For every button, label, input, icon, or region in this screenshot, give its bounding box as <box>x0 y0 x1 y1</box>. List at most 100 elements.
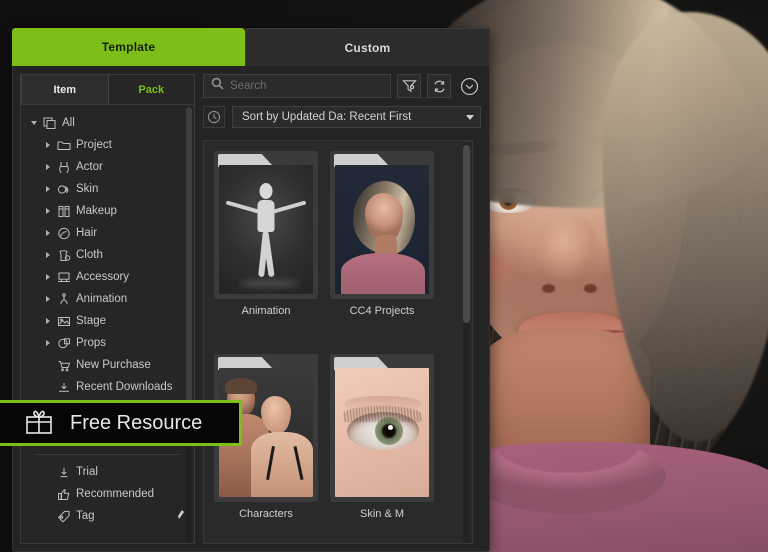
search-field-wrap[interactable] <box>203 74 391 98</box>
layers-icon <box>40 117 60 130</box>
animation-icon <box>54 292 74 306</box>
download-icon <box>54 381 74 394</box>
sidebar-mode-tabs: Item Pack <box>21 75 194 105</box>
asset-grid: Animation CC4 Projects Characters Skin &… <box>203 140 473 544</box>
thumbnail-skin-makeup <box>335 368 429 497</box>
library-content: Sort by Updated Da: Recent First <box>203 74 481 544</box>
expand-toggle[interactable] <box>41 318 54 324</box>
skin-icon <box>54 183 74 196</box>
sidebar-scrollbar-thumb[interactable] <box>186 107 192 407</box>
gift-icon <box>24 407 54 440</box>
cart-icon <box>54 359 74 372</box>
expand-toggle[interactable] <box>41 340 54 346</box>
expand-toggle[interactable] <box>41 230 54 236</box>
sidebar-tab-item-label: Item <box>53 83 77 96</box>
tree-item-props[interactable]: Props <box>21 332 194 354</box>
grid-item-label: Animation <box>241 305 291 317</box>
tree-item-makeup[interactable]: Makeup <box>21 200 194 222</box>
expand-toggle[interactable] <box>41 164 54 170</box>
expand-toggle[interactable] <box>41 296 54 302</box>
thumbnail-cc4-projects <box>335 165 429 294</box>
tree-item-skin[interactable]: Skin <box>21 178 194 200</box>
tree-item-label: Skin <box>76 183 99 195</box>
sidebar-item-label: Free Resource <box>70 411 203 434</box>
tree-item-accessory[interactable]: Accessory <box>21 266 194 288</box>
props-icon <box>54 337 74 350</box>
character-nostril-right <box>584 284 597 293</box>
sidebar-item-recommended[interactable]: Recommended <box>21 483 194 505</box>
expand-toggle[interactable] <box>41 252 54 258</box>
tree-item-hair[interactable]: Hair <box>21 222 194 244</box>
tree-item-stage[interactable]: Stage <box>21 310 194 332</box>
actor-icon <box>54 161 74 174</box>
app-window: Template Custom Item Pack All Project Ac… <box>0 0 768 552</box>
expand-toggle[interactable] <box>41 208 54 214</box>
sidebar-item-label: Recommended <box>76 488 154 500</box>
tab-template-label: Template <box>101 40 156 54</box>
sidebar-item-trial[interactable]: Trial <box>21 461 194 483</box>
sidebar-item-label: Tag <box>76 510 95 522</box>
resize-handle-icon[interactable] <box>175 510 184 523</box>
sidebar-item-new-purchase[interactable]: New Purchase <box>21 354 194 376</box>
character-nostril-left <box>542 284 555 293</box>
character-shirt-collar <box>470 438 666 514</box>
filter-settings-icon[interactable] <box>397 74 421 98</box>
folder-card[interactable] <box>330 151 434 299</box>
tree-item-animation[interactable]: Animation <box>21 288 194 310</box>
sidebar-item-recent-downloads[interactable]: Recent Downloads <box>21 376 194 398</box>
folder-icon <box>54 139 74 151</box>
grid-item[interactable]: Skin & M <box>330 354 434 543</box>
sidebar-item-label: New Purchase <box>76 359 151 371</box>
tree-item-label: Cloth <box>76 249 103 261</box>
expand-toggle[interactable] <box>41 186 54 192</box>
tree-item-label: Animation <box>76 293 128 305</box>
tab-template[interactable]: Template <box>12 28 245 66</box>
grid-item[interactable]: Characters <box>214 354 318 543</box>
library-tabbar: Template Custom <box>12 28 490 66</box>
sidebar-item-label: Recent Downloads <box>76 381 173 393</box>
sort-dropdown-value: Sort by Updated Da: Recent First <box>242 111 412 123</box>
sidebar-scrollbar-track[interactable] <box>186 107 192 543</box>
tab-custom[interactable]: Custom <box>245 28 490 66</box>
expand-toggle[interactable] <box>41 274 54 280</box>
stage-icon <box>54 315 74 328</box>
thumbs-up-icon <box>54 488 74 501</box>
tree-item-all[interactable]: All <box>21 112 194 134</box>
folder-card[interactable] <box>214 151 318 299</box>
sidebar-item-label: Trial <box>76 466 98 478</box>
grid-item-label: Skin & M <box>359 508 404 520</box>
makeup-icon <box>54 205 74 218</box>
sidebar-tab-pack[interactable]: Pack <box>109 75 195 104</box>
search-icon <box>211 77 224 95</box>
expand-toggle[interactable] <box>41 142 54 148</box>
sidebar-item-free-resource[interactable]: Free Resource <box>0 400 242 446</box>
grid-scrollbar-thumb[interactable] <box>463 145 470 323</box>
tree-item-label: Props <box>76 337 107 349</box>
tag-icon <box>54 510 74 523</box>
category-tree: All Project Actor Skin Makeup Hair Cloth… <box>21 106 194 544</box>
grid-item[interactable]: Animation <box>214 151 318 340</box>
tree-item-label: Stage <box>76 315 107 327</box>
tree-item-label: Accessory <box>76 271 130 283</box>
grid-item[interactable]: CC4 Projects <box>330 151 434 340</box>
folder-card[interactable] <box>330 354 434 502</box>
search-input[interactable] <box>230 80 390 92</box>
chevron-down-circle-icon[interactable] <box>457 74 481 98</box>
sidebar-item-tag[interactable]: Tag <box>21 505 194 527</box>
refresh-icon[interactable] <box>427 74 451 98</box>
grid-scrollbar-track[interactable] <box>463 143 470 543</box>
cloth-icon <box>54 249 74 262</box>
tree-item-project[interactable]: Project <box>21 134 194 156</box>
tab-custom-label: Custom <box>344 40 391 55</box>
clock-icon[interactable] <box>203 106 225 128</box>
tree-item-actor[interactable]: Actor <box>21 156 194 178</box>
sidebar-tab-item[interactable]: Item <box>21 75 109 104</box>
expand-toggle[interactable] <box>27 121 40 125</box>
sort-dropdown[interactable]: Sort by Updated Da: Recent First <box>232 106 481 128</box>
tree-item-cloth[interactable]: Cloth <box>21 244 194 266</box>
chevron-down-icon <box>466 114 474 120</box>
sort-toolbar: Sort by Updated Da: Recent First <box>203 106 481 128</box>
tree-item-label: Makeup <box>76 205 117 217</box>
grid-item-label: CC4 Projects <box>349 305 415 317</box>
thumbnail-animation <box>219 165 313 294</box>
